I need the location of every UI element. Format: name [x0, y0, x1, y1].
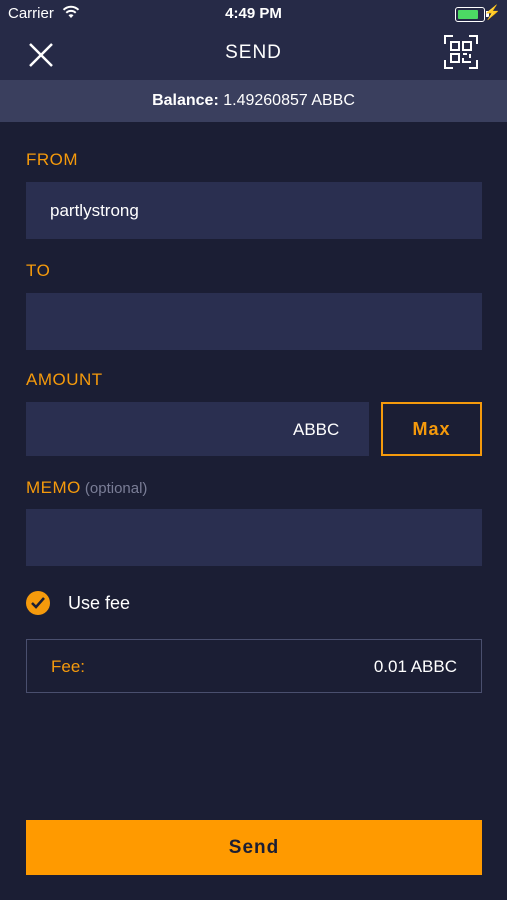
balance-value: 1.49260857 ABBC [223, 92, 355, 109]
use-fee-checkbox[interactable] [26, 591, 50, 615]
send-button[interactable]: Send [26, 820, 482, 875]
amount-unit: ABBC [293, 420, 340, 439]
from-field[interactable] [26, 182, 482, 239]
from-label: FROM [26, 150, 79, 169]
fee-label: Fee: [51, 657, 86, 676]
max-button[interactable]: Max [381, 402, 482, 456]
charging-icon: ⚡ [483, 4, 501, 20]
nav-bar: SEND [0, 28, 507, 80]
status-bar: Carrier 4:49 PM ⚡ [0, 0, 507, 28]
memo-field[interactable] [26, 509, 482, 566]
fee-box: Fee: 0.01 ABBC [26, 639, 482, 693]
memo-label-row: MEMO (optional) [26, 478, 147, 498]
to-field[interactable] [26, 293, 482, 350]
to-label: TO [26, 261, 51, 280]
qr-scan-icon[interactable] [443, 34, 479, 70]
balance-label: Balance: [152, 92, 219, 109]
checkmark-icon [31, 597, 45, 609]
page-title: SEND [225, 42, 282, 63]
use-fee-label[interactable]: Use fee [68, 593, 130, 614]
memo-optional-hint: (optional) [84, 480, 148, 497]
balance-bar: Balance: 1.49260857 ABBC [0, 80, 507, 122]
battery-icon [455, 7, 489, 22]
status-time: 4:49 PM [225, 5, 282, 22]
fee-value: 0.01 ABBC [373, 657, 457, 676]
amount-label: AMOUNT [26, 370, 103, 389]
memo-label: MEMO [26, 478, 81, 497]
